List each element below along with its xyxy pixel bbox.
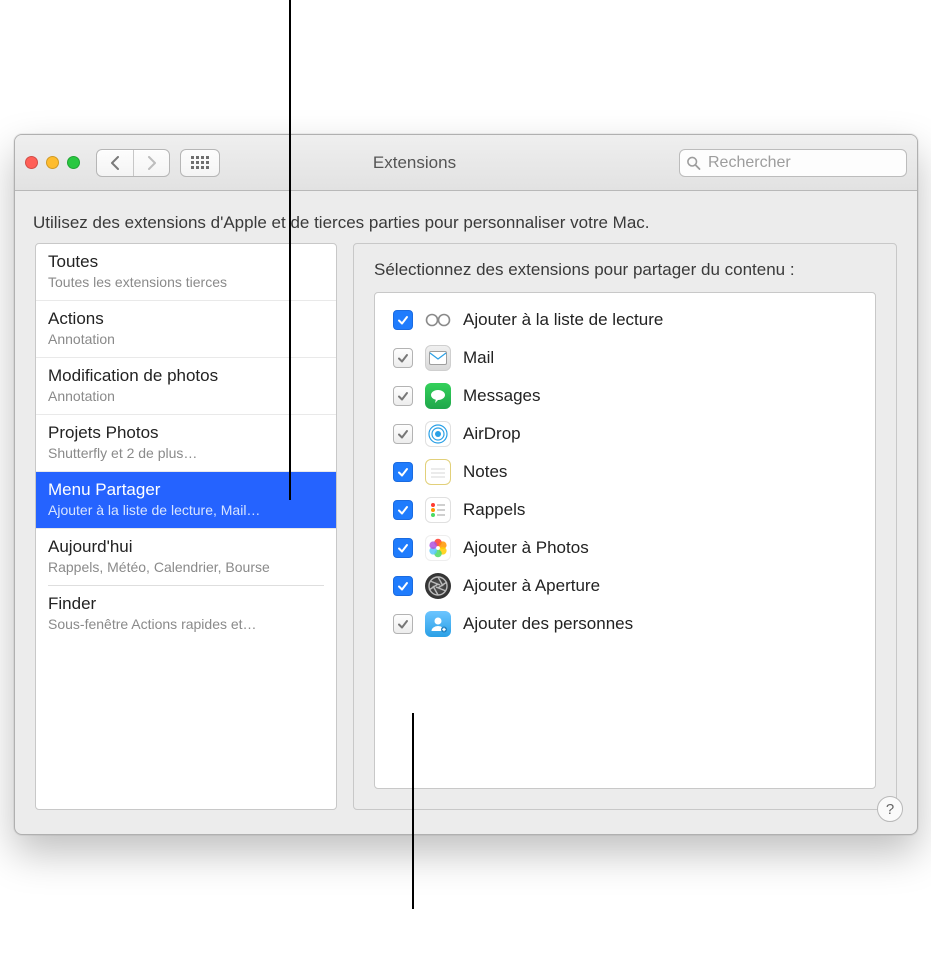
categories-sidebar: Toutes Toutes les extensions tierces Act… (35, 243, 337, 810)
sidebar-item-subtitle: Rappels, Météo, Calendrier, Bourse (48, 559, 324, 575)
messages-icon (425, 383, 451, 409)
extension-name: AirDrop (463, 424, 521, 444)
sidebar-item-all[interactable]: Toutes Toutes les extensions tierces (36, 244, 336, 300)
extension-name: Mail (463, 348, 494, 368)
notes-icon (425, 459, 451, 485)
extension-name: Ajouter à Aperture (463, 576, 600, 596)
sidebar-item-photo-projects[interactable]: Projets Photos Shutterfly et 2 de plus… (36, 414, 336, 471)
back-button[interactable] (97, 150, 133, 176)
extension-checkbox[interactable] (393, 500, 413, 520)
extension-name: Messages (463, 386, 540, 406)
extension-row: Ajouter à Aperture (389, 567, 861, 605)
search-input[interactable] (706, 150, 900, 176)
extension-row: Messages (389, 377, 861, 415)
reminders-icon (425, 497, 451, 523)
airdrop-icon (425, 421, 451, 447)
content-split: Toutes Toutes les extensions tierces Act… (15, 243, 917, 832)
sidebar-item-today[interactable]: Aujourd'hui Rappels, Météo, Calendrier, … (36, 528, 336, 585)
search-field-container (679, 149, 907, 177)
chevron-left-icon (110, 156, 121, 170)
sidebar-item-title: Menu Partager (48, 480, 324, 500)
reading-list-icon (425, 307, 451, 333)
zoom-window-button[interactable] (67, 156, 80, 169)
extension-row: Notes (389, 453, 861, 491)
sidebar-item-title: Finder (48, 594, 324, 614)
sidebar-item-actions[interactable]: Actions Annotation (36, 300, 336, 357)
extension-checkbox[interactable] (393, 310, 413, 330)
photos-icon (425, 535, 451, 561)
sidebar-item-title: Projets Photos (48, 423, 324, 443)
sidebar-item-title: Toutes (48, 252, 324, 272)
sidebar-item-finder[interactable]: Finder Sous-fenêtre Actions rapides et… (36, 586, 336, 642)
extension-checkbox[interactable] (393, 538, 413, 558)
extension-name: Ajouter des personnes (463, 614, 633, 634)
mail-icon (425, 345, 451, 371)
help-button[interactable]: ? (877, 796, 903, 822)
sidebar-item-share-menu[interactable]: Menu Partager Ajouter à la liste de lect… (36, 471, 336, 528)
question-mark-icon: ? (886, 801, 894, 818)
extension-checkbox[interactable] (393, 576, 413, 596)
extension-name: Rappels (463, 500, 525, 520)
back-forward-segmented (96, 149, 170, 177)
extension-row: Mail (389, 339, 861, 377)
sidebar-item-title: Aujourd'hui (48, 537, 324, 557)
sidebar-item-title: Actions (48, 309, 324, 329)
extension-checkbox (393, 386, 413, 406)
extension-name: Notes (463, 462, 507, 482)
extension-name: Ajouter à la liste de lecture (463, 310, 663, 330)
sidebar-item-subtitle: Toutes les extensions tierces (48, 274, 324, 290)
traffic-lights (25, 156, 86, 169)
callout-leader-top (289, 0, 291, 500)
chevron-right-icon (146, 156, 157, 170)
sidebar-item-edit-photos[interactable]: Modification de photos Annotation (36, 357, 336, 414)
extension-checkbox (393, 614, 413, 634)
extension-name: Ajouter à Photos (463, 538, 589, 558)
panel-heading: Sélectionnez des extensions pour partage… (374, 260, 876, 280)
extension-row: Rappels (389, 491, 861, 529)
close-window-button[interactable] (25, 156, 38, 169)
window-title: Extensions (160, 153, 669, 173)
sidebar-item-subtitle: Annotation (48, 331, 324, 347)
extension-row: Ajouter à Photos (389, 529, 861, 567)
aperture-icon (425, 573, 451, 599)
minimize-window-button[interactable] (46, 156, 59, 169)
extension-row: Ajouter à la liste de lecture (389, 301, 861, 339)
extension-checkbox (393, 424, 413, 444)
sidebar-item-subtitle: Annotation (48, 388, 324, 404)
extensions-list: Ajouter à la liste de lecture Mail Message… (374, 292, 876, 789)
people-icon (425, 611, 451, 637)
titlebar: Extensions (15, 135, 917, 191)
extension-checkbox[interactable] (393, 462, 413, 482)
extension-row: Ajouter des personnes (389, 605, 861, 643)
search-icon (686, 155, 701, 170)
window-subtitle: Utilisez des extensions d'Apple et de ti… (15, 191, 917, 243)
sidebar-item-subtitle: Sous-fenêtre Actions rapides et… (48, 616, 324, 632)
sidebar-item-subtitle: Ajouter à la liste de lecture, Mail… (48, 502, 324, 518)
callout-leader-bottom (412, 713, 414, 909)
sidebar-item-title: Modification de photos (48, 366, 324, 386)
extensions-panel: Sélectionnez des extensions pour partage… (353, 243, 897, 810)
extension-row: AirDrop (389, 415, 861, 453)
preferences-window: Extensions Utilisez des extensions d'App… (14, 134, 918, 835)
extension-checkbox (393, 348, 413, 368)
sidebar-item-subtitle: Shutterfly et 2 de plus… (48, 445, 324, 461)
